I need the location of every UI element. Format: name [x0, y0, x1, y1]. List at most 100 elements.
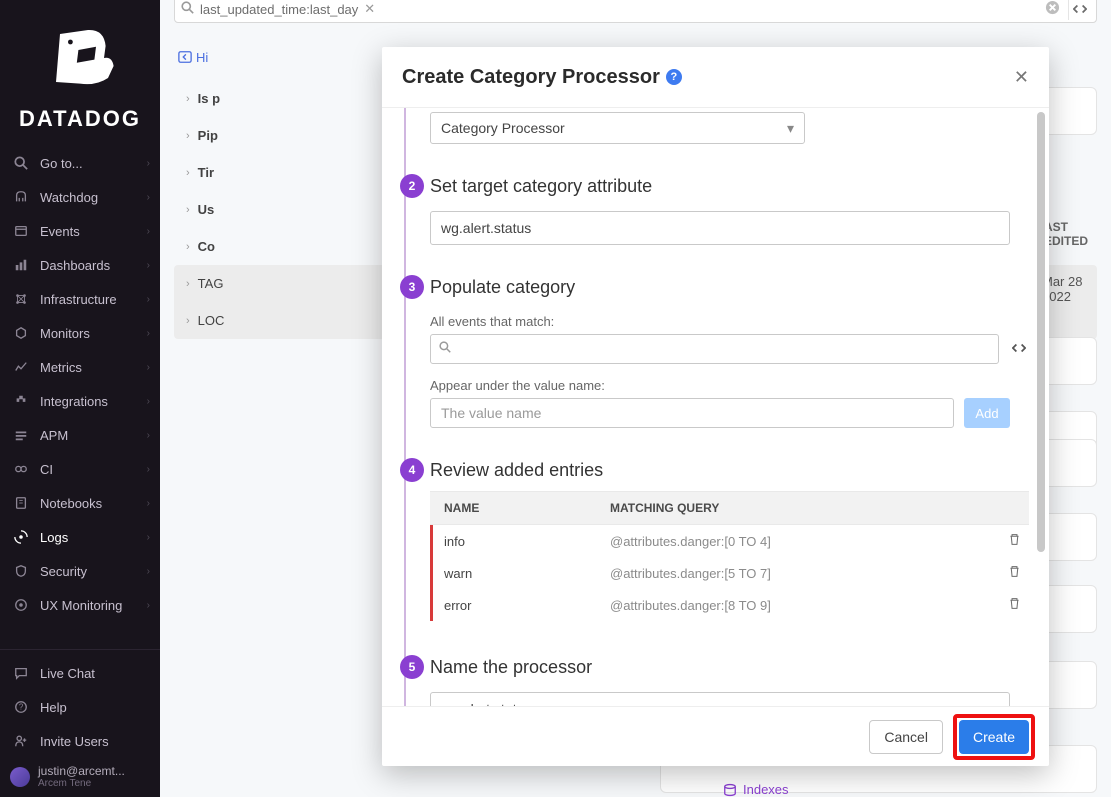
chevron-down-icon: ▾ [787, 120, 794, 137]
sidebar-item-ux-monitoring[interactable]: UX Monitoring› [0, 588, 160, 622]
entry-query: @attributes.danger:[0 TO 4] [598, 534, 999, 549]
logs-icon [10, 530, 32, 544]
chevron-right-icon: › [147, 260, 150, 271]
col-query-header: MATCHING QUERY [598, 501, 1029, 515]
notebooks-icon [10, 496, 32, 510]
sidebar-item-dashboards[interactable]: Dashboards› [0, 248, 160, 282]
modal-scrollbar[interactable] [1037, 112, 1045, 702]
step-4-title: Review added entries [430, 460, 1029, 481]
sidebar-item-go-to-[interactable]: Go to...› [0, 146, 160, 180]
entry-name: info [433, 534, 598, 549]
sidebar-item-help[interactable]: ?Help [0, 690, 160, 724]
sidebar-item-live-chat[interactable]: Live Chat [0, 656, 160, 690]
chevron-right-icon: › [147, 498, 150, 509]
sidebar-item-security[interactable]: Security› [0, 554, 160, 588]
scrollbar-thumb[interactable] [1037, 112, 1045, 552]
chevron-right-icon: › [147, 328, 150, 339]
sidebar-item-notebooks[interactable]: Notebooks› [0, 486, 160, 520]
stepper-line [404, 108, 406, 706]
search-icon [10, 156, 32, 170]
close-icon[interactable]: ✕ [1014, 67, 1029, 88]
target-attribute-input[interactable] [430, 211, 1010, 245]
processor-name-input[interactable] [430, 692, 1010, 706]
col-name-header: NAME [430, 501, 598, 515]
main-area: last_updated_time:last_day ✕ Hi ›Is p›Pi… [160, 0, 1111, 797]
appear-label: Appear under the value name: [430, 378, 1029, 393]
delete-entry-icon[interactable] [999, 597, 1029, 613]
delete-entry-icon[interactable] [999, 565, 1029, 581]
sidebar-item-infrastructure[interactable]: Infrastructure› [0, 282, 160, 316]
delete-entry-icon[interactable] [999, 533, 1029, 549]
monitors-icon [10, 326, 32, 340]
sidebar-nav: Go to...›Watchdog›Events›Dashboards›Infr… [0, 146, 160, 649]
entry-row: error@attributes.danger:[8 TO 9] [433, 589, 1029, 621]
invite-icon [10, 734, 32, 748]
apm-icon [10, 428, 32, 442]
metrics-icon [10, 360, 32, 374]
value-name-input[interactable] [430, 398, 954, 428]
chevron-right-icon: › [147, 464, 150, 475]
watchdog-icon [10, 190, 32, 204]
sidebar-item-watchdog[interactable]: Watchdog› [0, 180, 160, 214]
sidebar-item-ci[interactable]: CI› [0, 452, 160, 486]
entry-row: info@attributes.danger:[0 TO 4] [433, 525, 1029, 557]
modal-title: Create Category Processor [402, 66, 660, 89]
help-icon: ? [10, 700, 32, 714]
match-query-input[interactable] [430, 334, 999, 364]
integrations-icon [10, 394, 32, 408]
events-icon [10, 224, 32, 238]
step-3-title: Populate category [430, 277, 1029, 298]
match-label: All events that match: [430, 314, 1029, 329]
sidebar-item-invite-users[interactable]: Invite Users [0, 724, 160, 758]
chevron-right-icon: › [147, 600, 150, 611]
step-5-title: Name the processor [430, 657, 1029, 678]
brand-logo[interactable]: DATADOG [0, 0, 160, 146]
step-2-title: Set target category attribute [430, 176, 1029, 197]
chevron-right-icon: › [147, 158, 150, 169]
step-badge-3: 3 [400, 275, 424, 299]
sidebar-item-apm[interactable]: APM› [0, 418, 160, 452]
sidebar-item-logs[interactable]: Logs› [0, 520, 160, 554]
sidebar-item-monitors[interactable]: Monitors› [0, 316, 160, 350]
modal-body: Category Processor ▾ 2 Set target catego… [382, 108, 1049, 706]
ci-icon [10, 462, 32, 476]
dashboards-icon [10, 258, 32, 272]
entry-row: warn@attributes.danger:[5 TO 7] [433, 557, 1029, 589]
modal-footer: Cancel Create [382, 706, 1049, 766]
datadog-icon [40, 18, 120, 98]
modal-header: Create Category Processor ? ✕ [382, 47, 1049, 108]
entry-name: error [433, 598, 598, 613]
sidebar-item-metrics[interactable]: Metrics› [0, 350, 160, 384]
sidebar-item-events[interactable]: Events› [0, 214, 160, 248]
add-button[interactable]: Add [964, 398, 1010, 428]
chevron-right-icon: › [147, 396, 150, 407]
help-icon[interactable]: ? [666, 69, 682, 85]
chevron-right-icon: › [147, 192, 150, 203]
entry-name: warn [433, 566, 598, 581]
entry-query: @attributes.danger:[8 TO 9] [598, 598, 999, 613]
entry-query: @attributes.danger:[5 TO 7] [598, 566, 999, 581]
chevron-right-icon: › [147, 294, 150, 305]
query-code-toggle-icon[interactable] [1009, 341, 1029, 358]
step-badge-2: 2 [400, 174, 424, 198]
processor-type-select[interactable]: Category Processor ▾ [430, 112, 805, 144]
chevron-right-icon: › [147, 566, 150, 577]
chevron-right-icon: › [147, 362, 150, 373]
create-button[interactable]: Create [959, 720, 1029, 754]
svg-text:?: ? [19, 703, 24, 712]
create-highlight: Create [953, 714, 1035, 760]
sidebar-item-integrations[interactable]: Integrations› [0, 384, 160, 418]
chevron-right-icon: › [147, 430, 150, 441]
chevron-right-icon: › [147, 226, 150, 237]
sidebar: DATADOG Go to...›Watchdog›Events›Dashboa… [0, 0, 160, 797]
user-avatar [10, 767, 30, 787]
create-category-processor-modal: Create Category Processor ? ✕ Category P… [382, 47, 1049, 766]
step-badge-5: 5 [400, 655, 424, 679]
chat-icon [10, 666, 32, 680]
infra-icon [10, 292, 32, 306]
cancel-button[interactable]: Cancel [869, 720, 943, 754]
sidebar-bottom: Live Chat?HelpInvite Usersjustin@arcemt.… [0, 649, 160, 797]
brand-text: DATADOG [19, 106, 141, 132]
sidebar-user[interactable]: justin@arcemt...Arcem Tene [0, 758, 160, 793]
chevron-right-icon: › [147, 532, 150, 543]
